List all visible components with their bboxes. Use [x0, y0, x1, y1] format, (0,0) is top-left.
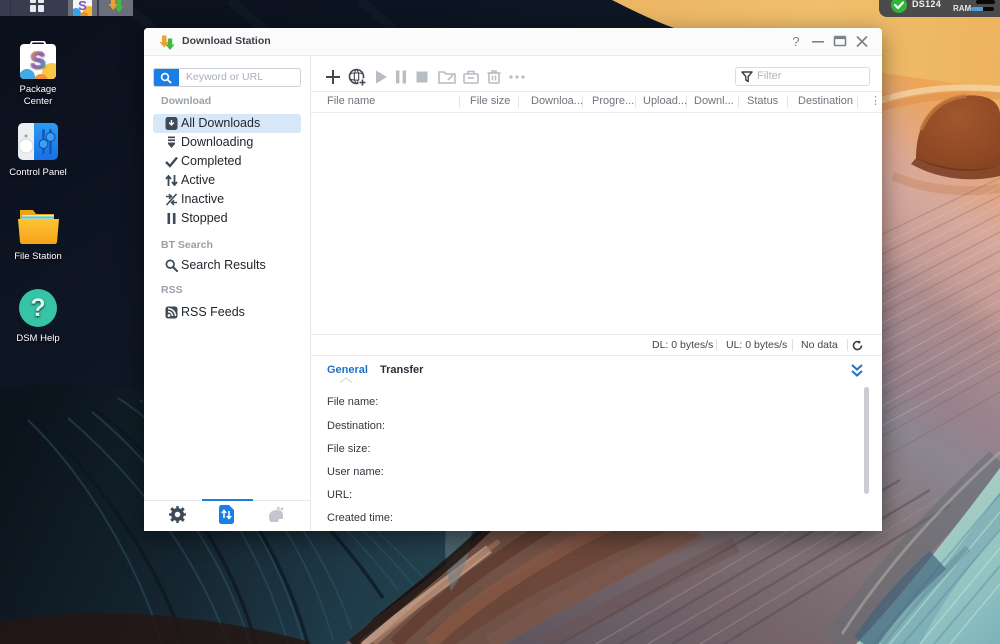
svg-text:?: ? — [30, 294, 45, 322]
svg-text:S: S — [30, 47, 46, 74]
svg-text:S: S — [78, 0, 87, 13]
